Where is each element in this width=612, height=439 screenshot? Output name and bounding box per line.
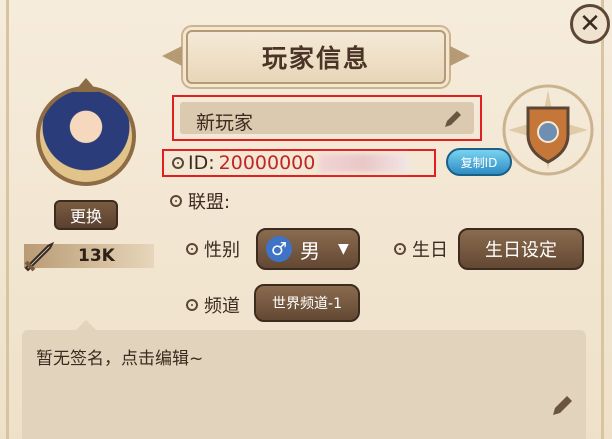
gender-label: 性别 xyxy=(204,240,240,261)
player-name: 新玩家 xyxy=(196,112,254,134)
title-banner: 玩家信息 xyxy=(162,30,470,84)
avatar xyxy=(36,86,136,186)
signature-pointer xyxy=(76,320,96,330)
power-display: 13K xyxy=(24,241,154,272)
channel-button[interactable]: 世界频道-1 xyxy=(254,284,360,322)
id-value: 20000000 xyxy=(218,152,316,174)
id-label: ID: xyxy=(188,152,215,174)
birthday-label: 生日 xyxy=(412,240,448,261)
gender-value: 男 xyxy=(300,238,320,263)
gender-select[interactable]: ♂ 男 ▼ xyxy=(256,228,360,270)
banner-ornament-right xyxy=(450,46,470,66)
channel-label: 频道 xyxy=(204,296,240,317)
male-icon: ♂ xyxy=(266,236,292,262)
bullet-icon xyxy=(186,299,198,311)
close-button[interactable]: ✕ xyxy=(570,4,610,44)
alliance-label: 联盟: xyxy=(188,192,231,213)
shield-emblem-icon[interactable] xyxy=(498,80,598,180)
bullet-icon xyxy=(170,195,182,207)
page-title: 玩家信息 xyxy=(261,44,370,73)
sword-icon xyxy=(24,241,55,272)
id-redacted xyxy=(319,154,410,172)
bullet-icon xyxy=(186,243,198,255)
bullet-icon xyxy=(394,243,406,255)
banner-ornament-left xyxy=(162,46,182,66)
player-id-row: ID: 20000000 xyxy=(162,149,436,177)
name-input[interactable]: 新玩家 xyxy=(180,102,474,134)
close-icon: ✕ xyxy=(579,9,601,39)
chevron-down-icon: ▼ xyxy=(338,241,349,257)
name-field-highlight: 新玩家 xyxy=(172,95,482,141)
channel-row: 频道 xyxy=(186,292,240,318)
pencil-icon[interactable] xyxy=(550,392,576,418)
alliance-row: 联盟: xyxy=(170,188,230,214)
pencil-icon[interactable] xyxy=(442,108,464,130)
bullet-icon xyxy=(172,157,184,169)
birthday-row: 生日 xyxy=(394,236,448,262)
power-value: 13K xyxy=(78,246,115,266)
birthday-setting-button[interactable]: 生日设定 xyxy=(458,228,584,270)
change-avatar-button[interactable]: 更换 xyxy=(54,200,118,230)
avatar-frame[interactable] xyxy=(36,78,136,196)
gender-row: 性别 xyxy=(186,236,240,262)
signature-placeholder: 暂无签名，点击编辑~ xyxy=(36,349,204,369)
signature-box[interactable]: 暂无签名，点击编辑~ xyxy=(22,330,586,439)
